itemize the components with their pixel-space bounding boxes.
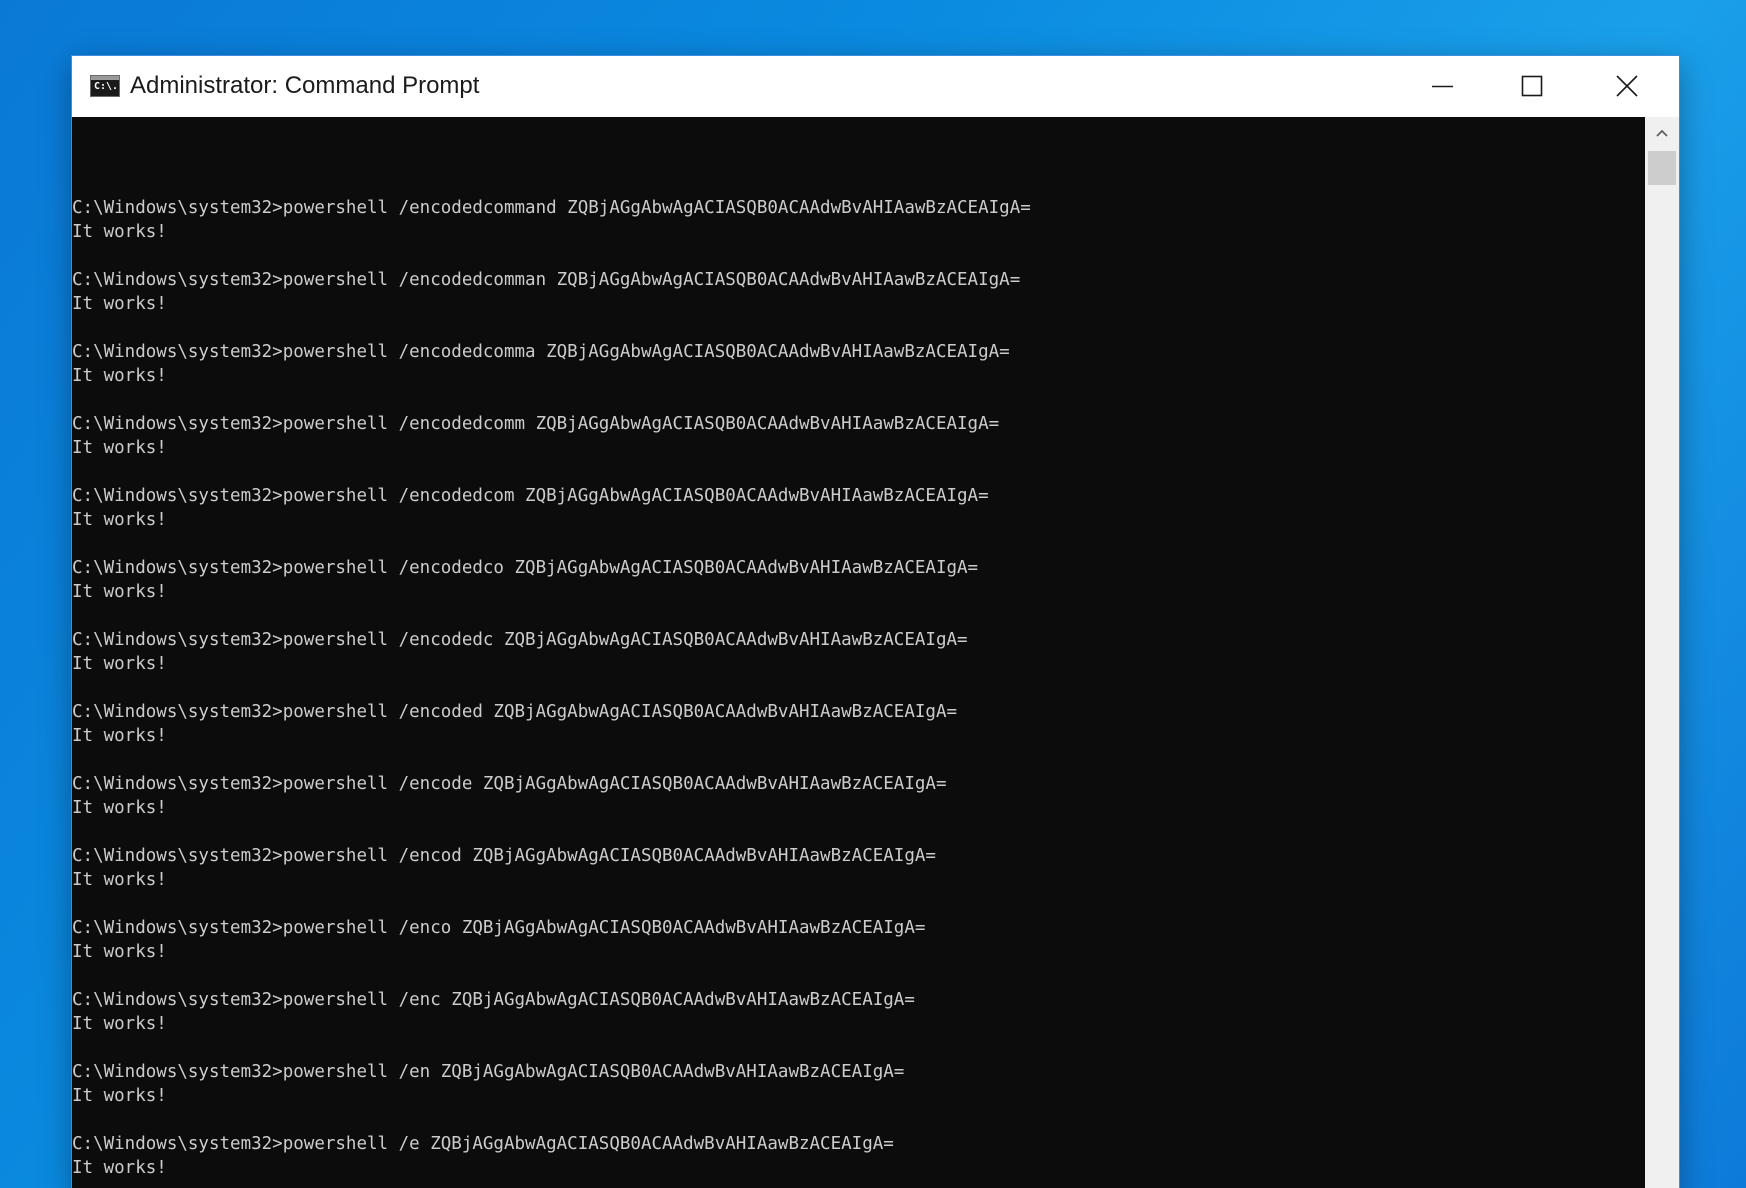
console-line: It works! bbox=[72, 1014, 167, 1034]
title-bar[interactable]: C:\. Administrator: Command Prompt bbox=[72, 56, 1679, 117]
console-line: It works! bbox=[72, 438, 167, 458]
app-icon-text: C:\. bbox=[94, 81, 119, 92]
console-line: It works! bbox=[72, 294, 167, 314]
console-line: C:\Windows\system32>powershell /en ZQBjA… bbox=[72, 1062, 905, 1082]
console-line: C:\Windows\system32>powershell /encodedc… bbox=[72, 414, 1000, 434]
console-blank-line bbox=[72, 892, 1031, 916]
console-output[interactable]: C:\Windows\system32>powershell /encodedc… bbox=[72, 117, 1645, 1188]
console-line: C:\Windows\system32>powershell /enc ZQBj… bbox=[72, 990, 915, 1010]
maximize-button[interactable] bbox=[1487, 56, 1577, 117]
console-line: C:\Windows\system32>powershell /encodedc… bbox=[72, 342, 1010, 362]
console-line: It works! bbox=[72, 510, 167, 530]
window-title: Administrator: Command Prompt bbox=[130, 72, 480, 99]
console-blank-line bbox=[72, 388, 1031, 412]
console-blank-line bbox=[72, 1036, 1031, 1060]
console-blank-line bbox=[72, 532, 1031, 556]
maximize-icon bbox=[1521, 75, 1543, 97]
close-button[interactable] bbox=[1577, 56, 1679, 117]
console-blank-line bbox=[72, 1108, 1031, 1132]
console-blank-line bbox=[72, 964, 1031, 988]
console-line: It works! bbox=[72, 726, 167, 746]
console-line: It works! bbox=[72, 582, 167, 602]
console-line: C:\Windows\system32>powershell /encode Z… bbox=[72, 774, 947, 794]
minimize-icon bbox=[1432, 85, 1453, 88]
console-line: It works! bbox=[72, 1086, 167, 1106]
console-line: C:\Windows\system32>powershell /encodedc… bbox=[72, 486, 989, 506]
app-icon-bar bbox=[91, 76, 119, 80]
console-blank-line bbox=[72, 460, 1031, 484]
console-lines: C:\Windows\system32>powershell /encodedc… bbox=[72, 196, 1031, 1188]
command-prompt-icon[interactable]: C:\. bbox=[90, 75, 120, 97]
console-line: C:\Windows\system32>powershell /encodedc… bbox=[72, 198, 1031, 218]
console-line: C:\Windows\system32>powershell /enco ZQB… bbox=[72, 918, 926, 938]
console-blank-line bbox=[72, 604, 1031, 628]
console-line: C:\Windows\system32>powershell /e ZQBjAG… bbox=[72, 1134, 894, 1154]
console-blank-line bbox=[72, 748, 1031, 772]
console-line: It works! bbox=[72, 798, 167, 818]
console-blank-line bbox=[72, 1180, 1031, 1188]
minimize-button[interactable] bbox=[1397, 56, 1487, 117]
console-blank-line bbox=[72, 244, 1031, 268]
close-icon bbox=[1616, 75, 1638, 97]
console-line: It works! bbox=[72, 1158, 167, 1178]
desktop-background: C:\. Administrator: Command Prompt C:\Wi… bbox=[0, 0, 1746, 1188]
scrollbar-thumb[interactable] bbox=[1648, 151, 1676, 185]
console-line: C:\Windows\system32>powershell /encod ZQ… bbox=[72, 846, 936, 866]
console-line: It works! bbox=[72, 366, 167, 386]
console-line: It works! bbox=[72, 222, 167, 242]
console-blank-line bbox=[72, 316, 1031, 340]
console-line: C:\Windows\system32>powershell /encodedc… bbox=[72, 630, 968, 650]
vertical-scrollbar[interactable] bbox=[1645, 117, 1679, 1188]
console-line: It works! bbox=[72, 654, 167, 674]
console-line: It works! bbox=[72, 942, 167, 962]
console-line: C:\Windows\system32>powershell /encodedc… bbox=[72, 558, 979, 578]
console-blank-line bbox=[72, 676, 1031, 700]
console-line: C:\Windows\system32>powershell /encoded … bbox=[72, 702, 958, 722]
console-line: C:\Windows\system32>powershell /encodedc… bbox=[72, 270, 1021, 290]
scroll-up-button[interactable] bbox=[1645, 117, 1679, 149]
console-line: It works! bbox=[72, 870, 167, 890]
command-prompt-window[interactable]: C:\. Administrator: Command Prompt C:\Wi… bbox=[72, 56, 1679, 1188]
console-blank-line bbox=[72, 820, 1031, 844]
chevron-up-icon bbox=[1656, 129, 1668, 137]
